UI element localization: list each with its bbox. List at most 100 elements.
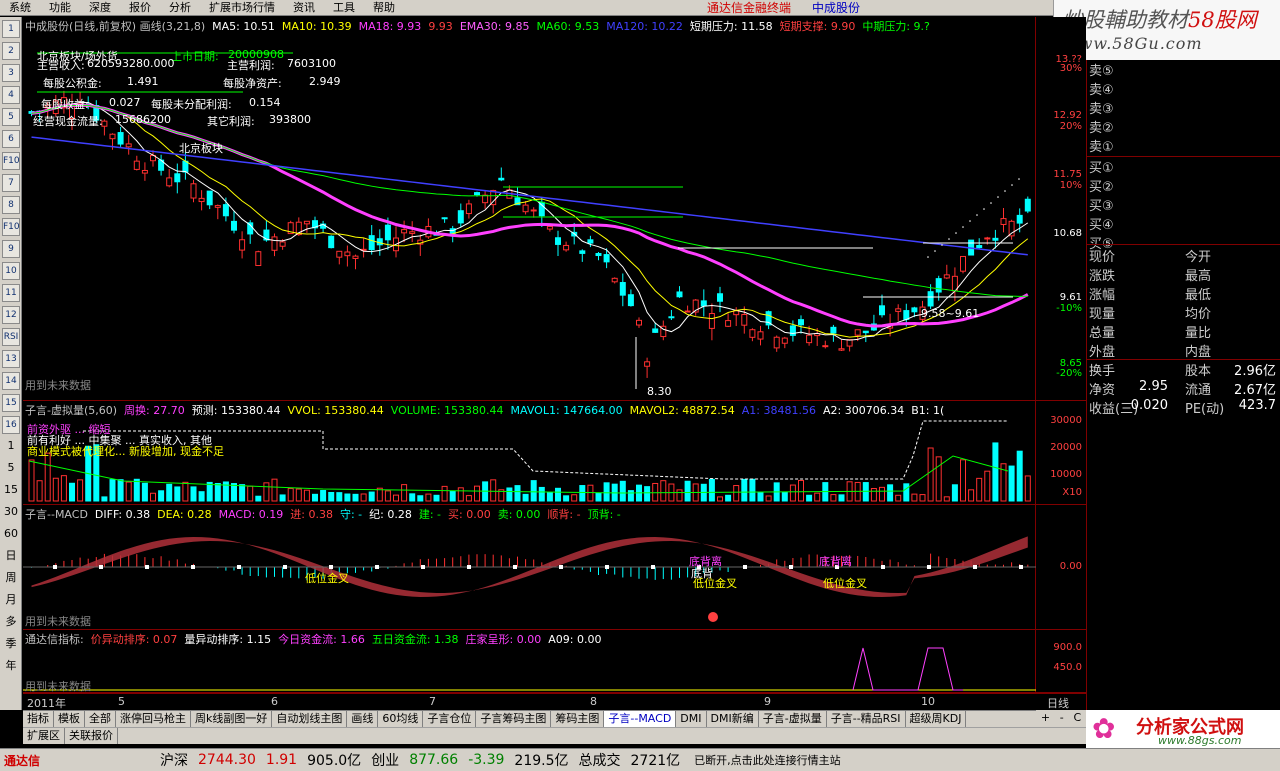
toolbar-button[interactable]: RSI [2,328,20,346]
toolbar-button[interactable]: 5 [2,108,20,126]
toolbar-button[interactable]: 4 [2,86,20,104]
period-button[interactable]: 30 [2,504,20,522]
kline-plot[interactable] [23,17,1036,400]
toolbar-button[interactable]: 16 [2,416,20,434]
indicator-tab[interactable]: 60均线 [378,711,424,727]
period-button[interactable]: 15 [2,482,20,500]
fundamental-info: 其它利润: [207,115,255,128]
date-label: 6 [271,695,278,708]
period-button[interactable]: 1 [2,438,20,456]
indicator-tab[interactable]: 全部 [85,711,116,727]
indicator-value: 庄家呈形: 0.00 [465,633,542,646]
volume-note: 商业模式被代理化... 新股增加, 现金不足 [27,445,224,458]
period-button[interactable]: 年 [2,658,20,676]
future-data-watermark: 用到未来数据 [25,680,91,693]
indicator-value: VVOL: 153380.44 [287,404,384,417]
kline-panel[interactable]: 中成股份(日线,前复权) 画线(3,21,8) MA5: 10.51 MA10: 1… [23,17,1086,401]
period-button[interactable]: 季 [2,636,20,654]
macd-chart[interactable] [23,505,1036,630]
candle-body [474,192,480,196]
volume-yaxis: 30000 20000 10000 X10 [1037,401,1086,504]
toolbar-button[interactable]: 6 [2,130,20,148]
indicator-tab[interactable]: 画线 [347,711,379,727]
volume-panel[interactable]: 子言-虚拟量(5,60) 周换: 27.70 预测: 153380.44 VVOL: … [23,401,1086,505]
extension-tab[interactable]: 关联报价 [65,728,118,744]
toolbar-button[interactable]: 8 [2,196,20,214]
indicator-tab[interactable]: 子言--精品RSI [827,711,906,727]
period-button[interactable]: 周 [2,570,20,588]
toolbar-button[interactable]: 2 [2,42,20,60]
menu-item[interactable]: 扩展市场行情 [200,0,284,16]
period-button[interactable]: 日 [2,548,20,566]
yaxis-label: 11.75 [1053,169,1082,180]
toolbar-button[interactable]: 7 [2,174,20,192]
toolbar-button[interactable]: 11 [2,284,20,302]
stat-label: 流通 [1185,383,1212,398]
candle-body [206,190,213,206]
volume-bar [109,479,116,502]
menu-item[interactable]: 帮助 [364,0,404,16]
indicator-tab[interactable]: 指标 [23,711,54,727]
indicator-tab[interactable]: 自动划线主图 [272,711,348,727]
volume-bar [684,480,691,502]
extension-tab[interactable]: 扩展区 [23,728,65,744]
tab-control-button[interactable]: + [1041,710,1050,727]
indicator-tab[interactable]: 筹码主图 [551,711,605,727]
macd-plot[interactable] [23,505,1036,629]
indicator-tab[interactable]: 子言-虚拟量 [759,711,827,727]
toolbar-button[interactable]: 14 [2,372,20,390]
quote-label: 总量 [1089,326,1116,341]
indicator-tab[interactable]: 周k线副图一好 [191,711,273,727]
menu-item[interactable]: 工具 [324,0,364,16]
macd-zero-marker [283,565,287,569]
site-logo-top: 炒股輔助教材58股网 www.58Gu.com [1053,0,1280,60]
toolbar-button[interactable]: F10 [2,152,20,170]
candle-body [555,237,561,245]
toolbar-button[interactable]: 1 [2,20,20,38]
indicator-tab[interactable]: 模板 [54,711,85,727]
indicator-tab[interactable]: DMI [676,711,707,727]
tab-control-button[interactable]: C [1073,710,1081,727]
brand-name: 通达信金融终端 [707,1,792,15]
indicator-tab[interactable]: DMI新编 [707,711,759,727]
period-button[interactable]: 多 [2,614,20,632]
period-button[interactable]: 5 [2,460,20,478]
volume-bar [231,483,237,502]
tab-control-button[interactable]: - [1060,710,1064,727]
indicator-tab[interactable]: 子言--MACD [604,711,677,727]
kline-chart[interactable] [23,17,1036,401]
toolbar-button[interactable]: 9 [2,240,20,258]
tdx-indicator-panel[interactable]: 通达信指标: 价异动排序: 0.07 量异动排序: 1.15 今日资金流: 1.66 五… [23,630,1086,693]
toolbar-button[interactable]: 13 [2,350,20,368]
period-button[interactable]: 60 [2,526,20,544]
connection-message[interactable]: 已断开,点击此处连接行情主站 [694,752,841,768]
volume-bar [465,495,472,502]
ask-level: 卖⑤ [1089,64,1114,79]
ask-level: 卖② [1089,121,1114,136]
volume-bar [60,475,67,502]
toolbar-button[interactable]: F10 [2,218,20,236]
menu-item[interactable]: 资讯 [284,0,324,16]
indicator-tab[interactable]: 子言仓位 [423,711,477,727]
indicator-tab[interactable]: 涨停回马枪主 [116,711,191,727]
period-button[interactable]: 月 [2,592,20,610]
toolbar-button[interactable]: 12 [2,306,20,324]
fundamental-info: 0.027 [109,96,141,109]
menu-item[interactable]: 深度 [80,0,120,16]
stat-value: 423.7 [1238,398,1276,413]
candle-body [960,255,966,272]
toolbar-button[interactable]: 3 [2,64,20,82]
chart-window[interactable]: 中成股份(日线,前复权) 画线(3,21,8) MA5: 10.51 MA10: 1… [23,17,1086,710]
logo-title: 炒股輔助教材58股网 [1062,8,1257,32]
fundamental-info: 8.30 [647,385,672,398]
volume-bar [263,482,270,502]
menu-item[interactable]: 报价 [120,0,160,16]
toolbar-button[interactable]: 15 [2,394,20,412]
menu-item[interactable]: 分析 [160,0,200,16]
macd-panel[interactable]: 子言--MACD DIFF: 0.38 DEA: 0.28 MACD: 0.19 进: … [23,505,1086,630]
indicator-tab[interactable]: 超级周KDJ [906,711,967,727]
indicator-tab[interactable]: 子言筹码主图 [476,711,552,727]
toolbar-button[interactable]: 10 [2,262,20,280]
menu-item[interactable]: 功能 [40,0,80,16]
menu-item[interactable]: 系统 [0,0,40,16]
